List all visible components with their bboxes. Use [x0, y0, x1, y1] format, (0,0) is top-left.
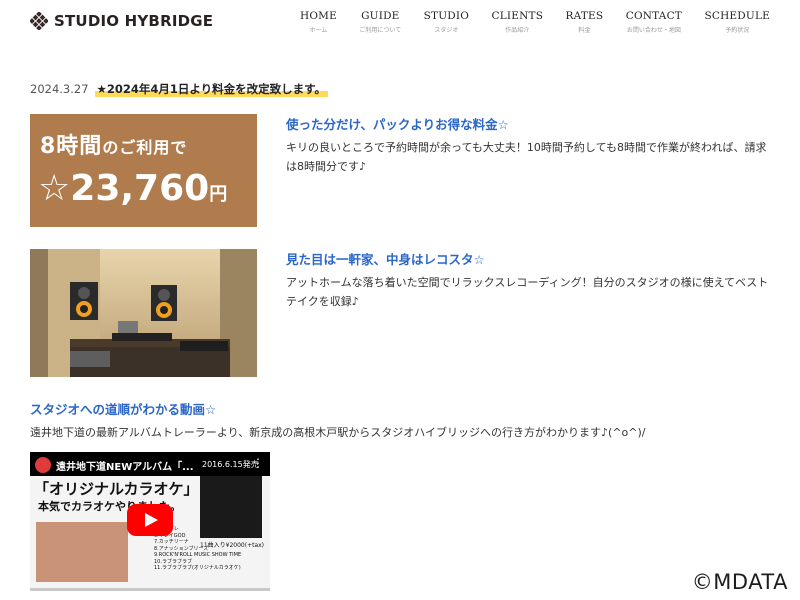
- feature-pricing: 8時間のご利用で ☆23,760円 使った分だけ、パックよりお得な料金☆ キリの…: [30, 114, 770, 227]
- nav-sublabel: 作品紹介: [505, 27, 530, 34]
- video-section: スタジオへの道順がわかる動画☆ 遠井地下道の最新アルバムトレーラーより、新京成の…: [30, 399, 770, 440]
- nav-guide[interactable]: GUIDE ご利用について: [359, 10, 401, 34]
- video-section-title[interactable]: スタジオへの道順がわかる動画☆: [30, 399, 770, 418]
- play-button-icon[interactable]: [127, 504, 173, 536]
- feature-title[interactable]: 使った分だけ、パックよりお得な料金☆: [286, 114, 770, 133]
- logo-text: STUDIO HYBRIDGE: [54, 12, 214, 30]
- banner-hours-suffix: のご利用で: [102, 138, 188, 157]
- banner-line2: ☆23,760円: [38, 168, 227, 209]
- news-item: 2024.3.27 ★2024年4月1日より料金を改定致します。: [30, 81, 328, 97]
- studio-photo-illustration: [30, 249, 257, 377]
- video-bottom-edge: [30, 588, 270, 591]
- feature-description: アットホームな落ち着いた空間でリラックスレコーディング！自分のスタジオの様に使え…: [286, 276, 769, 308]
- channel-avatar[interactable]: [35, 457, 51, 473]
- nav-schedule[interactable]: SCHEDULE 予約状況: [704, 10, 770, 34]
- nav-home[interactable]: HOME ホーム: [300, 10, 337, 34]
- logo-mark-icon: [30, 12, 48, 30]
- nav-label: CLIENTS: [491, 10, 544, 22]
- nav-sublabel: スタジオ: [434, 27, 459, 34]
- banner-price: ☆23,760: [38, 168, 210, 209]
- nav-label: RATES: [565, 10, 604, 22]
- banner-hours: 8時間: [40, 134, 103, 159]
- nav-contact[interactable]: CONTACT お問い合わせ・地図: [626, 10, 682, 34]
- video-headline: 「オリジナルカラオケ」: [34, 480, 199, 498]
- logo[interactable]: STUDIO HYBRIDGE: [30, 12, 213, 30]
- more-options-icon[interactable]: ⋮: [252, 456, 264, 470]
- youtube-embed[interactable]: 遠井地下道NEWアルバム「... 2016.6.15発売 ⋮ 「オリジナルカラオ…: [30, 452, 270, 588]
- site-header: STUDIO HYBRIDGE HOME ホーム GUIDE ご利用について S…: [0, 0, 800, 44]
- studio-photo: [30, 249, 257, 377]
- nav-sublabel: ご利用について: [359, 27, 402, 34]
- nav-rates[interactable]: RATES 料金: [566, 10, 604, 34]
- watermark: ©MDATA: [691, 570, 788, 594]
- nav-label: SCHEDULE: [704, 10, 770, 22]
- nav-clients[interactable]: CLIENTS 作品紹介: [492, 10, 544, 34]
- nav-sublabel: お問い合わせ・地図: [626, 27, 681, 34]
- banner-price-unit: 円: [209, 184, 228, 205]
- track-item: 11.ラブラブラブ(オリジナルカラオケ): [154, 565, 241, 571]
- feature-title[interactable]: 見た目は一軒家、中身はレコスタ☆: [286, 249, 770, 268]
- nav-sublabel: 予約状況: [725, 27, 750, 34]
- nav-label: STUDIO: [423, 10, 470, 22]
- track-item: 9.ROCK'N'ROLL MUSIC SHOW TIME: [154, 552, 242, 558]
- news-title-link[interactable]: ★2024年4月1日より料金を改定致します。: [94, 81, 328, 97]
- banner-line1: 8時間のご利用で: [40, 128, 187, 160]
- feature-studio: 見た目は一軒家、中身はレコスタ☆ アットホームな落ち着いた空間でリラックスレコー…: [30, 249, 770, 377]
- nav-sublabel: ホーム: [309, 27, 328, 34]
- feature-text: 使った分だけ、パックよりお得な料金☆ キリの良いところで予約時間が余っても大丈夫…: [286, 114, 770, 176]
- feature-text: 見た目は一軒家、中身はレコスタ☆ アットホームな落ち着いた空間でリラックスレコー…: [286, 249, 770, 311]
- nav-sublabel: 料金: [578, 27, 591, 34]
- nav-label: CONTACT: [625, 10, 683, 22]
- video-section-description: 遠井地下道の最新アルバムトレーラーより、新京成の高根木戸駅からスタジオハイブリッ…: [30, 426, 646, 439]
- news-date: 2024.3.27: [30, 82, 89, 96]
- nav-label: HOME: [300, 10, 337, 22]
- nav-studio[interactable]: STUDIO スタジオ: [424, 10, 469, 34]
- thumbnail-person-image: [36, 522, 128, 582]
- video-release-date: 2016.6.15発売: [202, 460, 259, 469]
- main-nav: HOME ホーム GUIDE ご利用について STUDIO スタジオ CLIEN…: [300, 10, 770, 34]
- pricing-banner-image: 8時間のご利用で ☆23,760円: [30, 114, 257, 227]
- nav-label: GUIDE: [361, 10, 400, 22]
- feature-description: キリの良いところで予約時間が余っても大丈夫！10時間予約しても8時間で作業が終わ…: [286, 141, 767, 173]
- video-overlay-title[interactable]: 遠井地下道NEWアルバム「...: [56, 458, 194, 473]
